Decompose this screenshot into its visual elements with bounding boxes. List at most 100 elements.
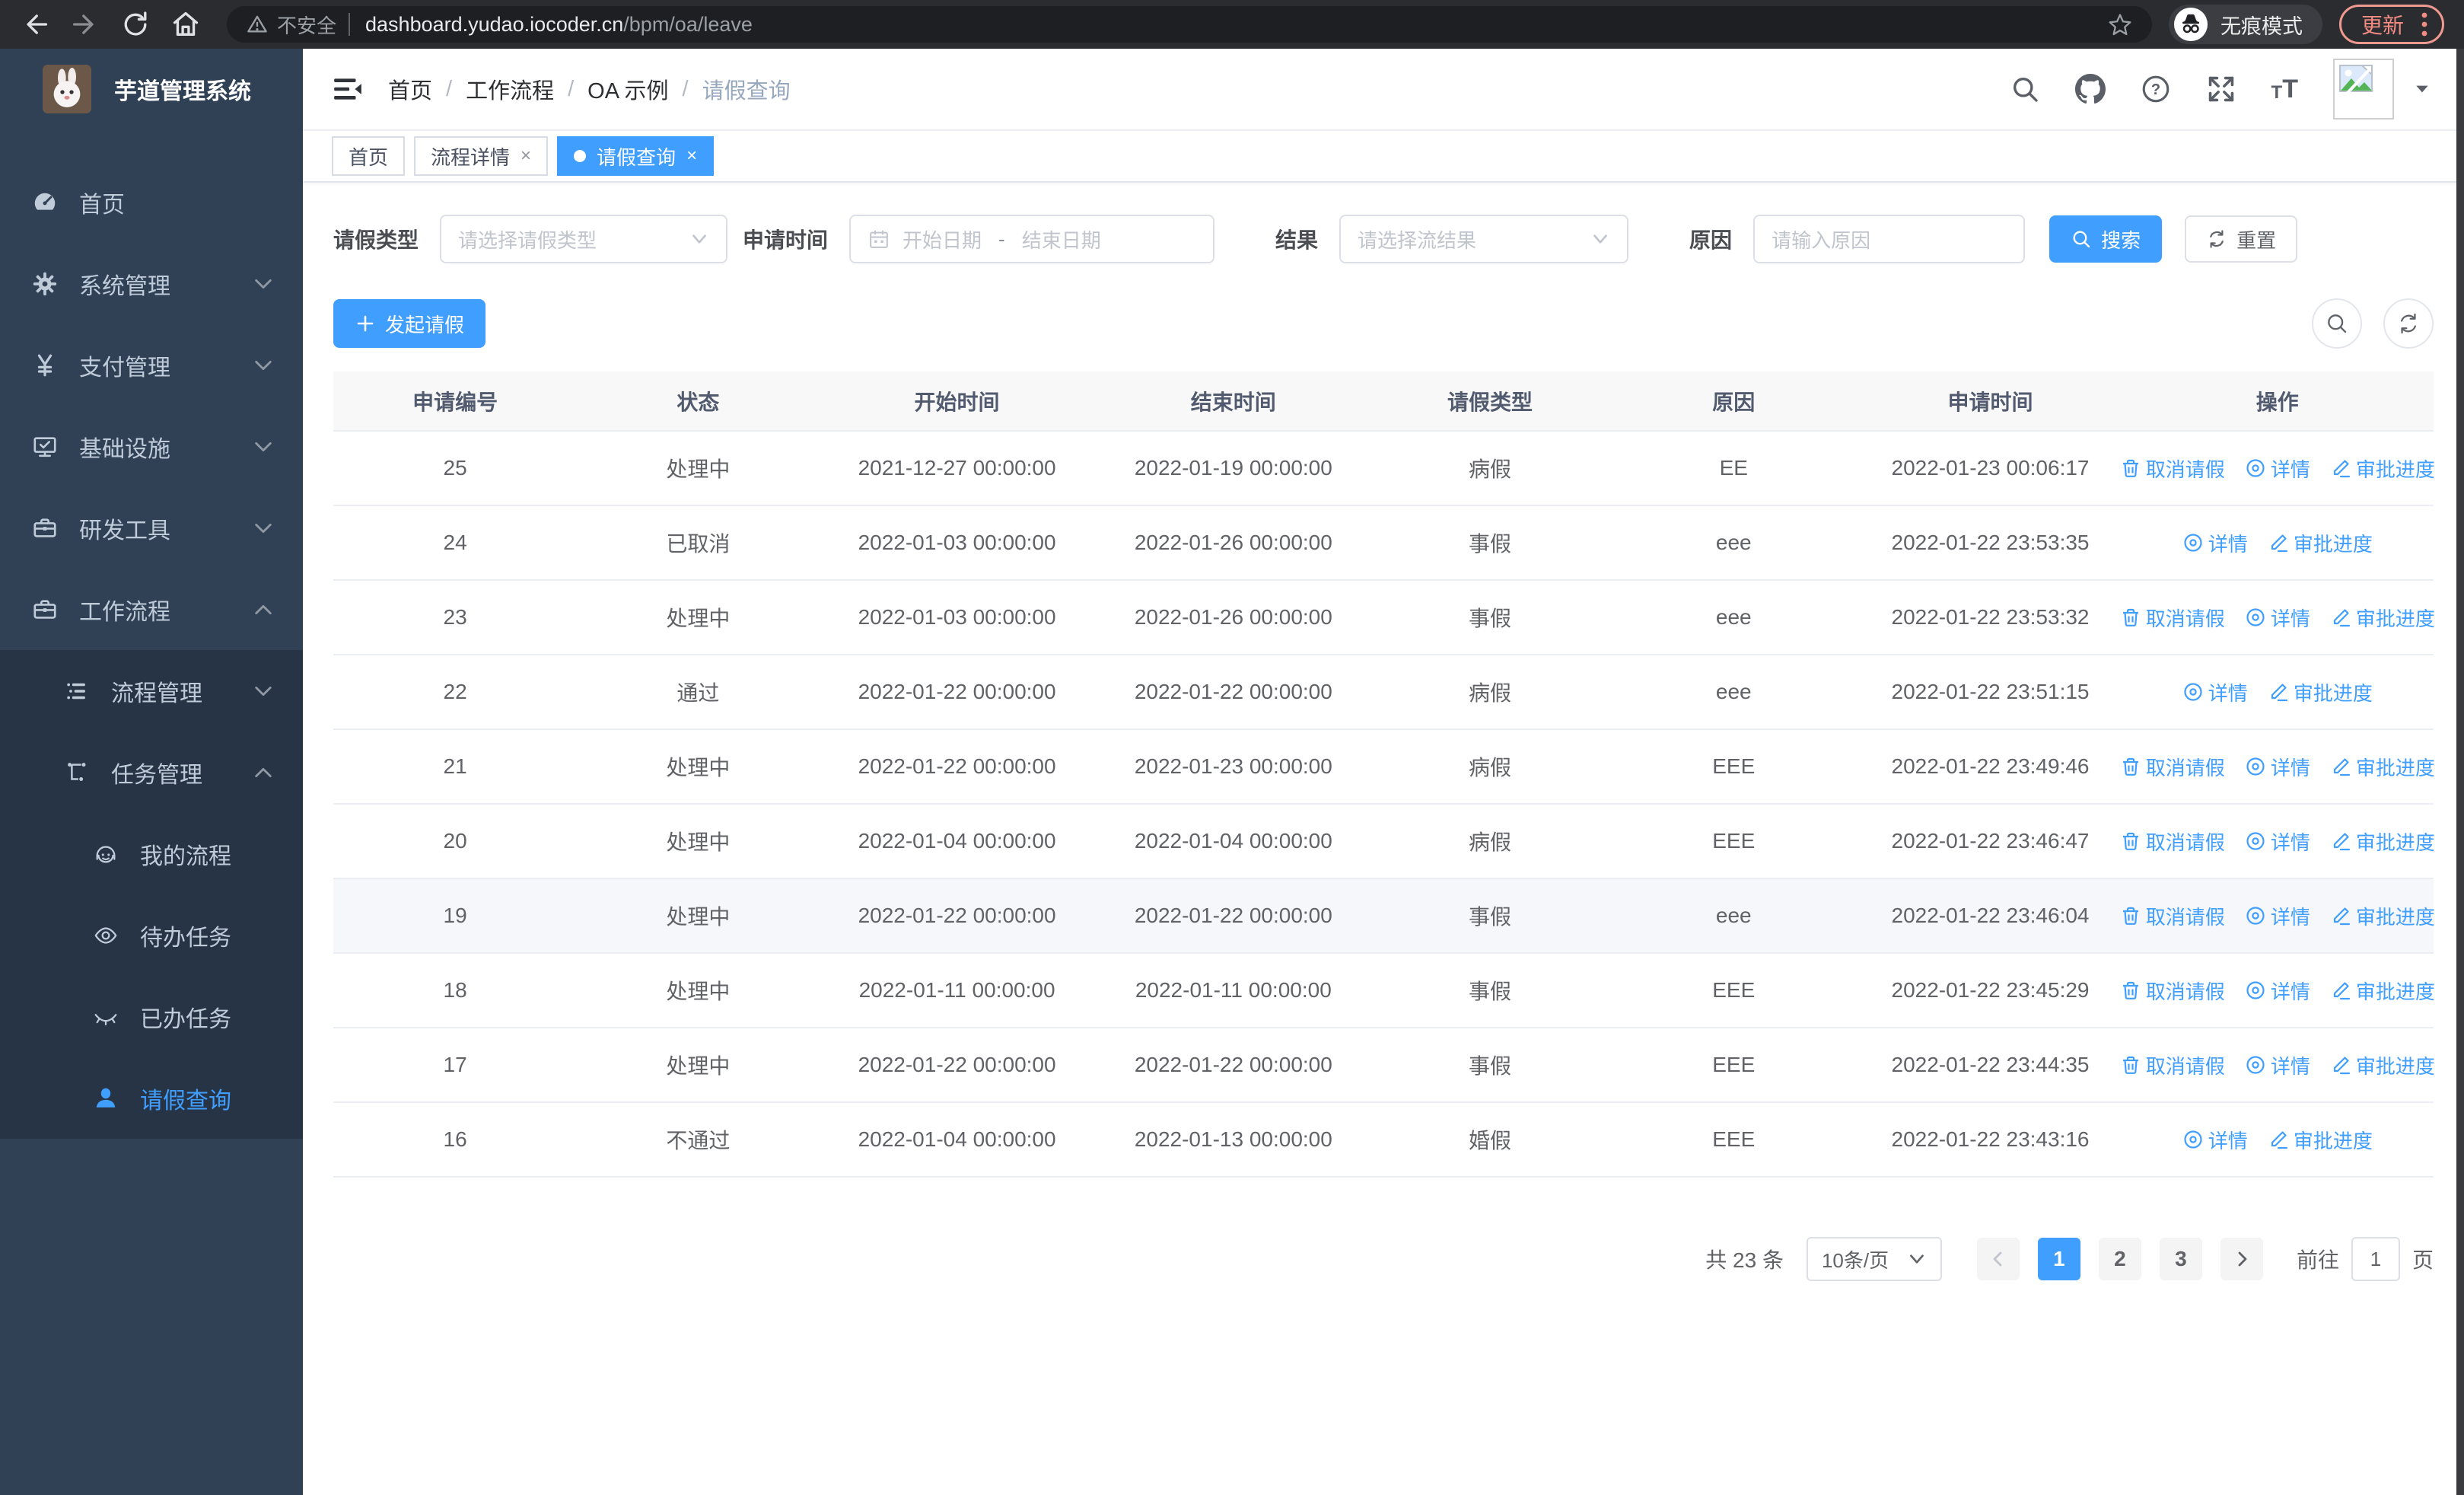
url-bar[interactable]: 不安全 dashboard.yudao.iocoder.cn/bpm/oa/le… (227, 6, 2152, 43)
sidebar-item-5[interactable]: 工作流程 (0, 569, 303, 650)
sidebar-collapse-icon[interactable] (332, 73, 364, 105)
search-button[interactable]: 搜索 (2049, 215, 2163, 263)
breadcrumb-item-3: 请假查询 (702, 79, 791, 104)
apply-time-range-picker[interactable]: 开始日期 - 结束日期 (849, 215, 1215, 263)
pagination: 共 23 条 10条/页 123 前往 页 (333, 1237, 2434, 1281)
fullscreen-icon[interactable] (2206, 74, 2236, 104)
page-button-3[interactable]: 3 (2159, 1238, 2202, 1280)
progress-action-link[interactable]: 审批进度 (2330, 977, 2435, 1005)
security-label[interactable]: 不安全 (277, 11, 336, 39)
browser-menu-icon[interactable] (2419, 9, 2430, 40)
cell-id: 23 (333, 580, 578, 655)
progress-action-link[interactable]: 审批进度 (2330, 827, 2435, 856)
progress-action-link[interactable]: 审批进度 (2330, 902, 2435, 930)
cancel-action-link[interactable]: 取消请假 (2120, 604, 2225, 632)
cell-applied: 2022-01-23 00:06:17 (1859, 431, 2122, 506)
detail-action-link[interactable]: 详情 (2245, 604, 2310, 632)
chevron-down-icon[interactable] (2414, 81, 2431, 97)
cancel-action-link[interactable]: 取消请假 (2120, 827, 2225, 856)
detail-action-link[interactable]: 详情 (2245, 454, 2310, 483)
cancel-action-link[interactable]: 取消请假 (2120, 1051, 2225, 1079)
sidebar-item-1[interactable]: 系统管理 (0, 243, 303, 324)
tab-1[interactable]: 流程详情 × (414, 136, 549, 176)
prev-page-button[interactable] (1976, 1238, 2020, 1280)
reason-input[interactable]: 请输入原因 (1753, 215, 2026, 263)
cancel-action-link[interactable]: 取消请假 (2120, 753, 2225, 781)
page-button-1[interactable]: 1 (2037, 1238, 2080, 1280)
search-icon[interactable] (2010, 74, 2040, 104)
goto-page-input[interactable] (2351, 1237, 2400, 1281)
refresh-table-button[interactable] (2383, 298, 2434, 349)
tab-0[interactable]: 首页 (332, 136, 406, 176)
detail-action-link[interactable]: 详情 (2182, 1126, 2248, 1154)
browser-reload-icon[interactable] (120, 9, 151, 40)
cancel-action-link[interactable]: 取消请假 (2120, 977, 2225, 1005)
detail-action-link[interactable]: 详情 (2182, 678, 2248, 706)
close-icon[interactable]: × (686, 147, 697, 165)
close-icon[interactable]: × (520, 147, 531, 165)
next-page-button[interactable] (2220, 1238, 2263, 1280)
progress-action-link[interactable]: 审批进度 (2330, 1051, 2435, 1079)
detail-action-link[interactable]: 详情 (2245, 977, 2310, 1005)
detail-action-link[interactable]: 详情 (2182, 529, 2248, 557)
detail-action-link[interactable]: 详情 (2245, 1051, 2310, 1079)
table-toolbar: 发起请假 (333, 298, 2434, 349)
progress-action-link[interactable]: 审批进度 (2268, 529, 2373, 557)
sidebar-item-9[interactable]: 待办任务 (0, 894, 303, 976)
update-label[interactable]: 更新 (2361, 9, 2404, 40)
progress-action-link[interactable]: 审批进度 (2330, 753, 2435, 781)
avatar[interactable] (2333, 59, 2394, 120)
progress-action-link[interactable]: 审批进度 (2330, 604, 2435, 632)
app-title: 芋道管理系统 (114, 79, 251, 104)
progress-action-link[interactable]: 审批进度 (2330, 454, 2435, 483)
help-icon[interactable]: ? (2141, 74, 2171, 104)
cancel-action-link[interactable]: 取消请假 (2120, 902, 2225, 930)
detail-action-link[interactable]: 详情 (2245, 753, 2310, 781)
page-button-2[interactable]: 2 (2098, 1238, 2141, 1280)
browser-update-button[interactable]: 更新 (2338, 5, 2444, 44)
sidebar-item-6[interactable]: 流程管理 (0, 650, 303, 732)
create-leave-button[interactable]: 发起请假 (333, 299, 486, 348)
cell-status: 处理中 (577, 804, 820, 879)
github-icon[interactable] (2074, 74, 2106, 104)
sidebar-item-0[interactable]: 首页 (0, 161, 303, 243)
leave-type-select[interactable]: 请选择请假类型 (440, 215, 728, 263)
result-select[interactable]: 请选择流结果 (1339, 215, 1629, 263)
topbar: 首页 / 工作流程 / OA 示例 / 请假查询 ? TT (303, 49, 2464, 129)
sidebar-item-8[interactable]: 我的流程 (0, 813, 303, 894)
detail-action-link[interactable]: 详情 (2245, 827, 2310, 856)
cancel-action-link[interactable]: 取消请假 (2120, 454, 2225, 483)
browser-home-icon[interactable] (170, 9, 201, 40)
progress-action-link[interactable]: 审批进度 (2268, 1126, 2373, 1154)
breadcrumb-item-2[interactable]: OA 示例 (587, 73, 668, 105)
active-tab-dot (574, 150, 587, 162)
security-warning-icon[interactable] (247, 14, 268, 35)
tab-2[interactable]: 请假查询 × (557, 136, 715, 176)
sidebar-item-3[interactable]: 基础设施 (0, 406, 303, 487)
edit-icon (2330, 756, 2351, 777)
browser-forward-icon[interactable] (70, 9, 100, 40)
sidebar-item-4[interactable]: 研发工具 (0, 487, 303, 569)
cell-id: 16 (333, 1102, 578, 1178)
end-date-placeholder[interactable]: 结束日期 (1022, 225, 1101, 253)
breadcrumb-item-1[interactable]: 工作流程 (466, 73, 554, 105)
detail-action-link[interactable]: 详情 (2245, 902, 2310, 930)
browser-back-icon[interactable] (20, 9, 50, 40)
sidebar-logo-row[interactable]: 芋道管理系统 (0, 49, 303, 129)
reset-button[interactable]: 重置 (2185, 215, 2298, 263)
sidebar-item-2[interactable]: 支付管理 (0, 324, 303, 406)
sidebar-item-11[interactable]: 请假查询 (0, 1057, 303, 1139)
toggle-search-button[interactable] (2312, 298, 2362, 349)
url-text[interactable]: dashboard.yudao.iocoder.cn/bpm/oa/leave (365, 13, 753, 37)
sidebar-item-7[interactable]: 任务管理 (0, 732, 303, 813)
font-size-icon[interactable]: TT (2271, 76, 2298, 102)
bookmark-star-icon[interactable] (2108, 12, 2132, 37)
cell-actions: 取消请假 详情 审批进度 (2120, 804, 2435, 879)
page-size-select[interactable]: 10条/页 (1806, 1237, 1942, 1281)
breadcrumb-item-0[interactable]: 首页 (388, 73, 432, 105)
start-date-placeholder[interactable]: 开始日期 (903, 225, 982, 253)
progress-action-link[interactable]: 审批进度 (2268, 678, 2373, 706)
cell-end: 2022-01-22 00:00:00 (1094, 655, 1372, 730)
column-header-1: 状态 (577, 371, 820, 432)
sidebar-item-10[interactable]: 已办任务 (0, 976, 303, 1057)
